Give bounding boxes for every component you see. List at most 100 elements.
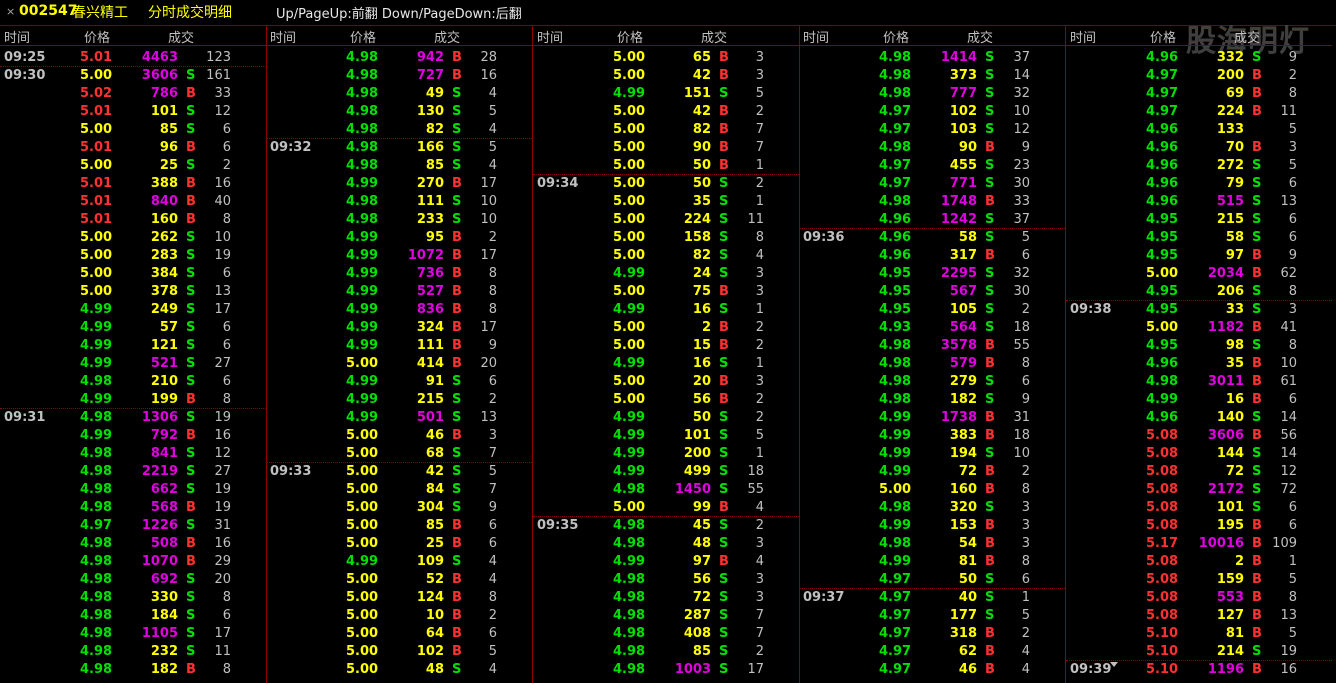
- trade-volume: 324: [416, 320, 444, 335]
- header-volume: 成交: [967, 31, 994, 46]
- trade-price: 5.00: [80, 248, 113, 263]
- trade-count: 8: [1021, 482, 1030, 497]
- trade-price: 4.99: [346, 176, 379, 191]
- trade-volume: 91: [425, 374, 444, 389]
- header-time: 时间: [803, 31, 830, 46]
- trade-row: 4.98 692 S 20: [0, 570, 266, 588]
- trade-price: 4.99: [613, 302, 646, 317]
- trade-volume: 85: [692, 644, 711, 659]
- trade-price: 4.96: [1146, 158, 1179, 173]
- trade-row: 4.98 48 S 3: [533, 534, 799, 552]
- trade-row: 4.98 72 S 3: [533, 588, 799, 606]
- trade-price: 5.10: [1146, 662, 1179, 677]
- trade-direction: B: [452, 302, 462, 317]
- trade-price: 5.00: [1146, 320, 1179, 335]
- trade-count: 19: [214, 248, 231, 263]
- trade-count: 5: [1288, 122, 1297, 137]
- trade-direction: B: [985, 554, 995, 569]
- trade-volume: 2: [701, 320, 711, 335]
- trade-row: 4.99 16 S 1: [533, 300, 799, 318]
- trade-volume: 194: [949, 446, 977, 461]
- trade-price: 4.97: [879, 176, 912, 191]
- trade-volume: 515: [1216, 194, 1244, 209]
- trade-row: 09:30 5.00 3606 S 161: [0, 66, 266, 84]
- trade-volume: 287: [683, 608, 711, 623]
- trade-count: 17: [480, 176, 497, 191]
- trade-row: 4.99 97 B 4: [533, 552, 799, 570]
- trade-row: 09:38 4.95 33 S 3: [1066, 300, 1332, 318]
- trade-volume: 3606: [141, 68, 178, 83]
- trade-price: 5.08: [1146, 446, 1179, 461]
- trade-price: 5.00: [346, 518, 379, 533]
- trade-volume: 85: [425, 518, 444, 533]
- trade-price: 4.98: [346, 212, 379, 227]
- trade-count: 2: [755, 392, 764, 407]
- trade-volume: 182: [949, 392, 977, 407]
- trade-row: 4.95 58 S 6: [1066, 228, 1332, 246]
- trade-volume: 111: [416, 338, 444, 353]
- trade-row: 4.98 1105 S 17: [0, 624, 266, 642]
- trade-direction: S: [1252, 338, 1262, 353]
- trade-volume: 72: [692, 590, 711, 605]
- trade-price: 4.99: [613, 464, 646, 479]
- trade-row: 4.97 102 S 10: [799, 102, 1065, 120]
- trade-row: 5.00 68 S 7: [266, 444, 532, 462]
- trade-volume: 283: [150, 248, 178, 263]
- trade-row: 4.96 272 S 5: [1066, 156, 1332, 174]
- trade-volume: 160: [949, 482, 977, 497]
- close-icon[interactable]: ×: [6, 5, 15, 18]
- trade-count: 61: [1280, 374, 1297, 389]
- trade-price: 4.98: [346, 158, 379, 173]
- trade-count: 10: [1013, 446, 1030, 461]
- trade-count: 6: [222, 320, 231, 335]
- trade-time: 09:30: [4, 68, 46, 83]
- trade-price: 4.95: [879, 284, 912, 299]
- trade-direction: B: [985, 338, 995, 353]
- trade-price: 4.97: [879, 644, 912, 659]
- trade-row: 5.00 15 B 2: [533, 336, 799, 354]
- trade-price: 4.98: [80, 644, 113, 659]
- trade-count: 3: [1288, 140, 1297, 155]
- trade-price: 4.96: [1146, 50, 1179, 65]
- trade-row: 4.98 49 S 4: [266, 84, 532, 102]
- trade-direction: S: [186, 302, 196, 317]
- trade-direction: S: [1252, 194, 1262, 209]
- trade-volume: 383: [949, 428, 977, 443]
- trade-price: 5.00: [613, 194, 646, 209]
- trade-price: 4.95: [1146, 212, 1179, 227]
- trade-row: 4.97 455 S 23: [799, 156, 1065, 174]
- trade-direction: S: [719, 482, 729, 497]
- trade-direction: S: [1252, 230, 1262, 245]
- trade-volume: 182: [150, 662, 178, 677]
- trade-row: 5.00 52 B 4: [266, 570, 532, 588]
- trade-time: 09:35: [537, 518, 579, 533]
- trade-volume: 56: [692, 392, 711, 407]
- trade-direction: B: [452, 356, 462, 371]
- trade-count: 29: [214, 554, 231, 569]
- trade-count: 8: [1021, 356, 1030, 371]
- trade-volume: 199: [150, 392, 178, 407]
- trade-row: 5.08 159 B 5: [1066, 570, 1332, 588]
- trade-direction: S: [1252, 464, 1262, 479]
- trade-price: 4.98: [879, 356, 912, 371]
- trade-row: 4.97 200 B 2: [1066, 66, 1332, 84]
- trade-count: 2: [755, 644, 764, 659]
- trade-count: 37: [1013, 212, 1030, 227]
- dropdown-caret-icon[interactable]: [1110, 662, 1118, 667]
- trade-row: 5.00 82 B 7: [533, 120, 799, 138]
- trade-price: 4.97: [879, 158, 912, 173]
- trade-direction: B: [985, 194, 995, 209]
- trade-panel-5: 时间 价格 成交 4.96 332 S 9 4.97 200 B 2 4.97 69 B 8 4.97 224 B…: [1066, 26, 1332, 683]
- trade-count: 5: [755, 428, 764, 443]
- trade-volume: 133: [1216, 122, 1244, 137]
- trade-direction: B: [1252, 392, 1262, 407]
- trade-row: 5.00 42 B 2: [533, 102, 799, 120]
- trade-row: 4.99 383 B 18: [799, 426, 1065, 444]
- trade-count: 7: [488, 446, 497, 461]
- trade-direction: B: [985, 644, 995, 659]
- trade-price: 5.00: [613, 374, 646, 389]
- trade-direction: S: [452, 500, 462, 515]
- trade-row: 4.97 1226 S 31: [0, 516, 266, 534]
- trade-direction: S: [452, 464, 462, 479]
- trade-volume: 215: [1216, 212, 1244, 227]
